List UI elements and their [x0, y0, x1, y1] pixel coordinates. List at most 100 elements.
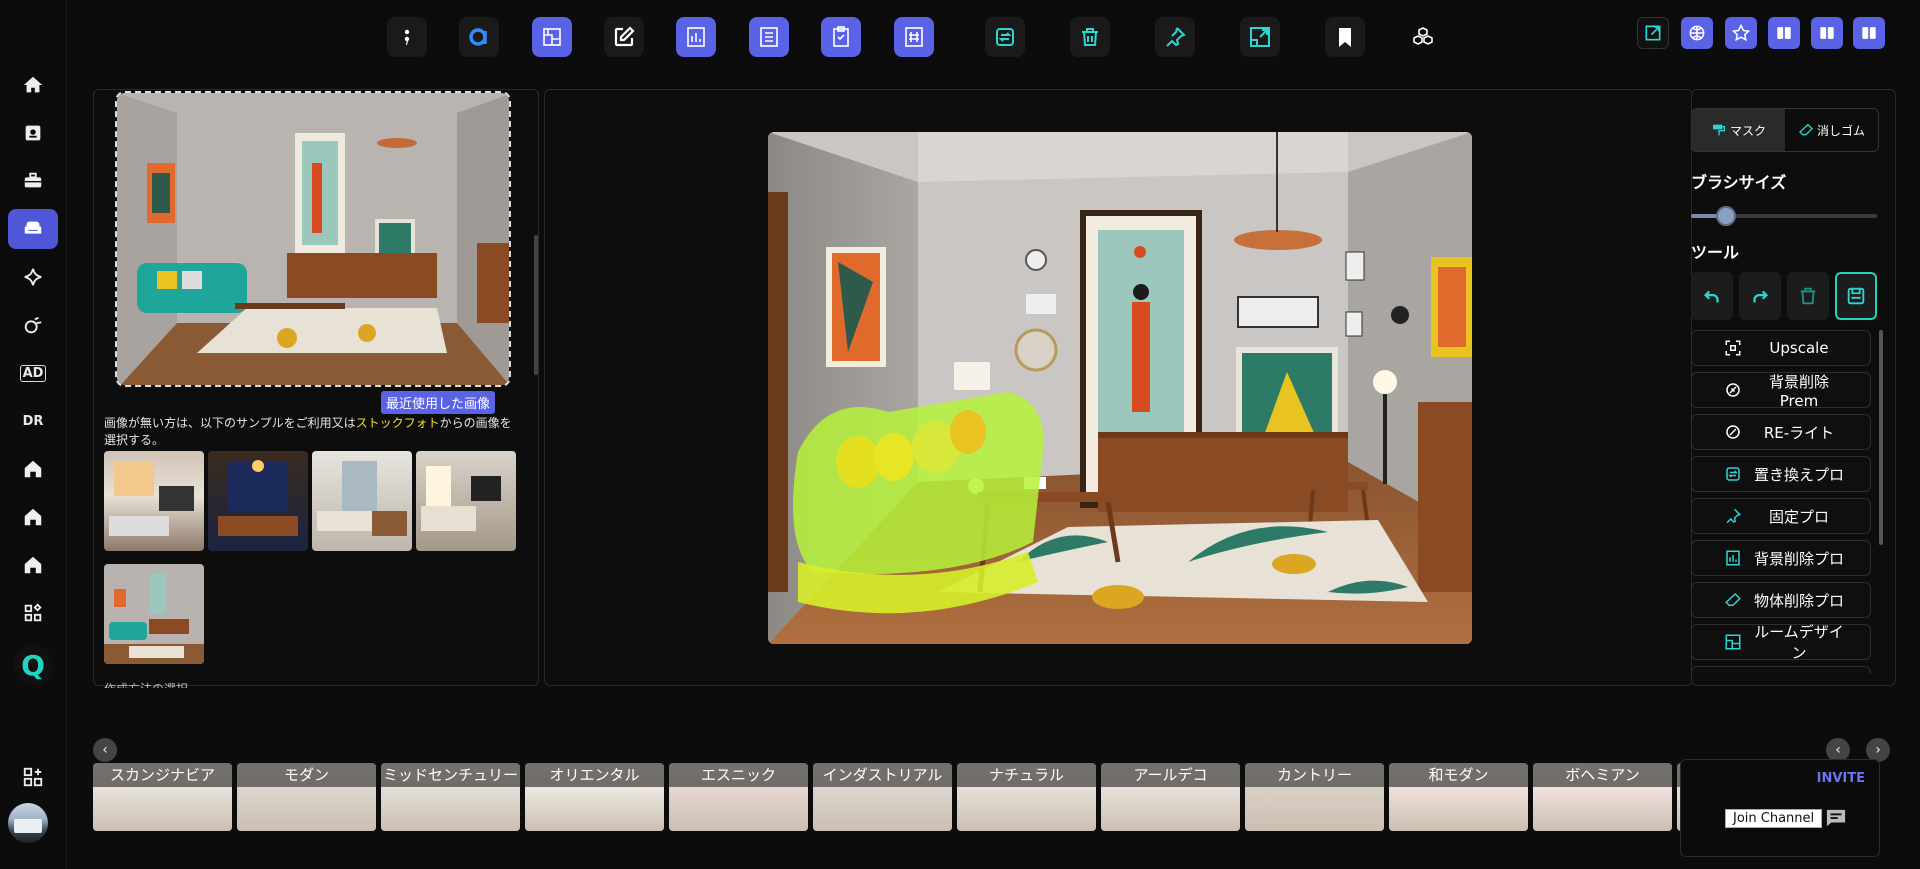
creation-method-heading: 作成方法の選択 — [104, 680, 188, 688]
house-icon[interactable] — [8, 449, 58, 489]
undo-button[interactable] — [1691, 272, 1733, 320]
sample-image[interactable] — [416, 451, 516, 551]
style-card[interactable]: スカンジナビア — [93, 763, 232, 831]
chat-icon[interactable] — [1825, 808, 1847, 828]
semicolon-icon[interactable] — [387, 17, 427, 57]
tools-label: ツール — [1691, 243, 1740, 262]
a-logo-icon[interactable] — [459, 17, 499, 57]
join-channel-button[interactable]: Join Channel — [1725, 809, 1823, 828]
function-label: 固定プロ — [1768, 507, 1829, 526]
styles-prev-button[interactable]: ‹ — [93, 738, 117, 762]
widgets-icon[interactable] — [8, 757, 58, 797]
panel-center-icon[interactable] — [1811, 17, 1843, 49]
selected-image-thumbnail[interactable] — [115, 91, 511, 387]
home-icon[interactable] — [8, 65, 58, 105]
room-design-button[interactable]: ルームデザイン — [1691, 623, 1871, 662]
external-edit-icon[interactable] — [1637, 17, 1669, 49]
style-card-label: ボヘミアン — [1533, 763, 1672, 787]
hash-doc-icon[interactable] — [894, 17, 934, 57]
panel-left-icon[interactable] — [1768, 17, 1800, 49]
pin-icon[interactable] — [1155, 17, 1195, 57]
style-card-label: スカンジナビア — [93, 763, 232, 787]
function-label: ルームデザイン — [1754, 623, 1844, 662]
style-card-image — [669, 787, 808, 831]
apps-grid-icon[interactable] — [8, 593, 58, 633]
sample-notice: 画像が無い方は、以下のサンプルをご利用又はストックフォトからの画像を選択する。 — [104, 415, 514, 449]
q-logo-icon[interactable]: Q — [13, 645, 53, 685]
clipboard-icon[interactable] — [821, 17, 861, 57]
ad-icon[interactable]: AD — [8, 353, 58, 393]
chart-doc-icon[interactable] — [676, 17, 716, 57]
resize-icon[interactable] — [1240, 17, 1280, 57]
style-card[interactable]: インダストリアル — [813, 763, 952, 831]
notice-text: 画像が無い方は、以下のサンプルをご利用又は — [104, 416, 356, 430]
sample-image[interactable] — [208, 451, 308, 551]
function-list-scrollbar[interactable] — [1879, 330, 1883, 545]
avatar[interactable] — [8, 803, 48, 843]
dr-icon[interactable]: DR — [8, 401, 58, 441]
style-card[interactable]: ナチュラル — [957, 763, 1096, 831]
toolbox-icon[interactable] — [8, 161, 58, 201]
style-card-image — [525, 787, 664, 831]
style-card[interactable]: エスニック — [669, 763, 808, 831]
style-card[interactable]: モダン — [237, 763, 376, 831]
style-card-label: 和モダン — [1389, 763, 1528, 787]
sofa-icon[interactable] — [8, 209, 58, 249]
blueprint-icon[interactable] — [532, 17, 572, 57]
relight-button[interactable]: RE-ライト — [1691, 414, 1871, 450]
redo-button[interactable] — [1739, 272, 1781, 320]
left-panel-scrollbar[interactable] — [534, 235, 538, 375]
globe-icon[interactable] — [1681, 17, 1713, 49]
replace-icon[interactable] — [985, 17, 1025, 57]
save-button[interactable] — [1835, 272, 1877, 320]
brush-size-slider[interactable] — [1691, 206, 1877, 226]
style-card[interactable]: ミッドセンチュリー — [381, 763, 520, 831]
replace-pro-button[interactable]: 置き換えプロ — [1691, 456, 1871, 492]
function-label: 物体削除プロ — [1753, 591, 1844, 610]
style-card[interactable]: アールデコ — [1101, 763, 1240, 831]
style-card[interactable]: オリエンタル — [525, 763, 664, 831]
style-card[interactable]: ボヘミアン — [1533, 763, 1672, 831]
style-card-image — [1389, 787, 1528, 831]
clear-button[interactable] — [1787, 272, 1829, 320]
sample-image[interactable] — [312, 451, 412, 551]
room-design-icon — [1725, 634, 1741, 650]
house-icon[interactable] — [8, 497, 58, 537]
style-card-label: アールデコ — [1101, 763, 1240, 787]
list-doc-icon[interactable] — [749, 17, 789, 57]
style-card[interactable]: カントリー — [1245, 763, 1384, 831]
invite-link[interactable]: INVITE — [1817, 771, 1865, 786]
recent-images-badge: 最近使用した画像 — [381, 391, 496, 414]
house-icon[interactable] — [8, 545, 58, 585]
panel-right-icon[interactable] — [1853, 17, 1885, 49]
sparkle-icon[interactable] — [8, 257, 58, 297]
bookmark-icon[interactable] — [1325, 17, 1365, 57]
bg-remove-pro-button[interactable]: 背景削除プロ — [1691, 540, 1871, 576]
sample-image[interactable] — [104, 564, 204, 664]
pin-pro-button[interactable]: 固定プロ — [1691, 498, 1871, 534]
star-badge-icon[interactable] — [1725, 17, 1757, 49]
tab-eraser[interactable]: 消しゴム — [1785, 109, 1878, 151]
upscale-button[interactable]: Upscale — [1691, 330, 1871, 366]
paint-roller-icon[interactable] — [8, 305, 58, 345]
brush-size-knob[interactable] — [1716, 206, 1737, 226]
tab-mask[interactable]: マスク — [1692, 109, 1785, 151]
editing-canvas[interactable] — [768, 132, 1472, 644]
contact-card-icon[interactable] — [8, 113, 58, 153]
function-label: 置き換えプロ — [1753, 465, 1844, 484]
edit-icon[interactable] — [604, 17, 644, 57]
cubes-icon[interactable] — [1403, 17, 1443, 57]
more-function-button[interactable] — [1691, 666, 1871, 674]
style-card[interactable]: 和モダン — [1389, 763, 1528, 831]
trash-icon[interactable] — [1070, 17, 1110, 57]
bg-remove-prem-button[interactable]: 背景削除Prem — [1691, 372, 1871, 410]
eraser-icon — [1799, 123, 1813, 136]
stock-photo-link[interactable]: ストックフォト — [356, 416, 440, 430]
dr-icon-text: DR — [22, 413, 44, 429]
chat-widget: INVITE Join Channel — [1680, 759, 1880, 857]
save-icon — [1847, 287, 1865, 305]
pin-pro-icon — [1726, 508, 1742, 524]
function-label: Upscale — [1769, 339, 1829, 357]
sample-image[interactable] — [104, 451, 204, 551]
eraser-pro-button[interactable]: 物体削除プロ — [1691, 582, 1871, 618]
